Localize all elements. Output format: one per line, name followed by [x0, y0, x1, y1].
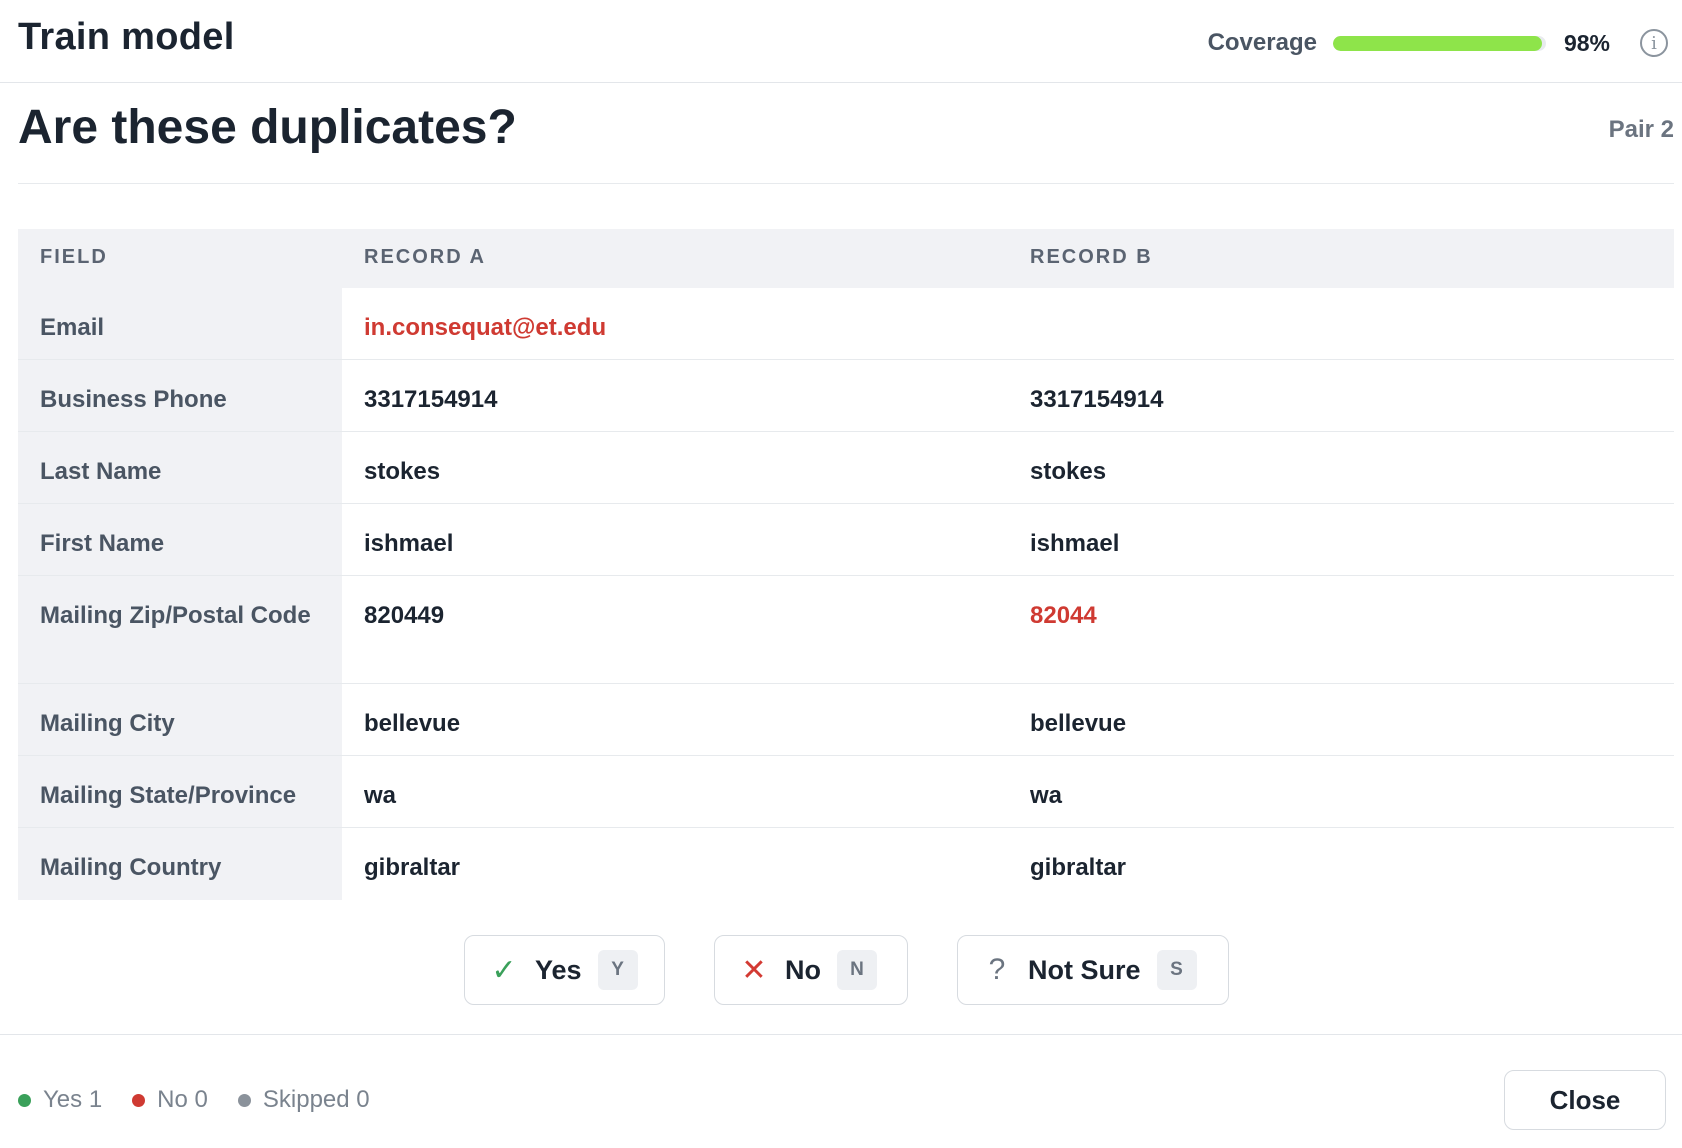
- stat-yes: Yes 1: [18, 1086, 102, 1114]
- stat-yes-text: Yes 1: [43, 1086, 103, 1113]
- close-button[interactable]: Close: [1504, 1070, 1666, 1130]
- page-title: Train model: [18, 16, 235, 58]
- record-a-value: stokes: [364, 458, 441, 485]
- table-row: Mailing Country gibraltar gibraltar: [18, 828, 1674, 900]
- question-title: Are these duplicates?: [18, 101, 517, 154]
- red-dot-icon: [132, 1093, 146, 1107]
- shortcut-key-s: S: [1156, 950, 1197, 990]
- coverage-label: Coverage: [1207, 29, 1317, 56]
- record-a-value: 820449: [364, 602, 445, 629]
- divider: [18, 183, 1674, 184]
- stat-no-text: No 0: [157, 1086, 208, 1113]
- table-row: Business Phone 3317154914 3317154914: [18, 360, 1674, 432]
- shortcut-key-n: N: [837, 950, 877, 990]
- coverage-indicator: Coverage 98% i: [1208, 22, 1682, 64]
- table-row: Email in.consequat@et.edu: [18, 288, 1674, 360]
- column-header-record-b: RECORD B: [1030, 246, 1153, 268]
- record-a-value: in.consequat@et.edu: [364, 314, 607, 341]
- field-name: Mailing State/Province: [18, 756, 342, 827]
- footer-divider: [0, 1034, 1682, 1035]
- field-name: Business Phone: [18, 360, 342, 431]
- check-icon: ✓: [491, 953, 517, 987]
- column-header-record-a: RECORD A: [364, 246, 486, 268]
- close-x-icon: ✕: [741, 953, 767, 987]
- shortcut-key-y: Y: [597, 950, 638, 990]
- coverage-value: 98%: [1563, 29, 1610, 56]
- record-a-value: bellevue: [364, 710, 461, 737]
- table-row: Mailing Zip/Postal Code 820449 82044: [18, 576, 1674, 684]
- no-button[interactable]: ✕ No N: [714, 935, 908, 1005]
- not-sure-button[interactable]: ? Not Sure S: [957, 935, 1229, 1005]
- record-b-value: 3317154914: [1030, 386, 1164, 413]
- no-label: No: [785, 954, 821, 985]
- record-b-value: [1008, 288, 1674, 359]
- header-bar: Train model Coverage 98% i: [0, 0, 1682, 83]
- record-b-value: bellevue: [1030, 710, 1127, 737]
- answer-buttons: ✓ Yes Y ✕ No N ? Not Sure S: [0, 935, 1682, 1005]
- gray-dot-icon: [237, 1093, 251, 1107]
- field-name: Email: [18, 288, 342, 359]
- record-b-value: 82044: [1030, 602, 1097, 629]
- record-b-value: ishmael: [1030, 530, 1120, 557]
- field-name: Last Name: [18, 432, 342, 503]
- field-name: Mailing City: [18, 684, 342, 755]
- yes-label: Yes: [535, 954, 582, 985]
- record-a-value: 3317154914: [364, 386, 498, 413]
- info-icon[interactable]: i: [1640, 29, 1668, 57]
- coverage-progress-fill: [1332, 35, 1542, 51]
- record-b-value: gibraltar: [1030, 854, 1127, 881]
- field-name: First Name: [18, 504, 342, 575]
- table-row: Last Name stokes stokes: [18, 432, 1674, 504]
- table-row: Mailing State/Province wa wa: [18, 756, 1674, 828]
- stat-no: No 0: [132, 1086, 208, 1114]
- stat-skipped: Skipped 0: [237, 1086, 370, 1114]
- comparison-table: FIELD RECORD A RECORD B Email in.consequ…: [18, 229, 1674, 900]
- question-mark-icon: ?: [988, 953, 1006, 986]
- record-a-value: gibraltar: [364, 854, 461, 881]
- field-name: Mailing Country: [18, 828, 342, 900]
- stat-skipped-text: Skipped 0: [262, 1086, 370, 1113]
- field-name: Mailing Zip/Postal Code: [18, 576, 342, 683]
- record-a-value: wa: [364, 782, 397, 809]
- record-b-value: wa: [1030, 782, 1063, 809]
- answer-stats: Yes 1 No 0 Skipped 0: [18, 1086, 400, 1114]
- coverage-progress-bar: [1332, 35, 1546, 51]
- table-row: First Name ishmael ishmael: [18, 504, 1674, 576]
- column-header-field: FIELD: [18, 229, 342, 288]
- green-dot-icon: [18, 1093, 31, 1107]
- table-header-row: FIELD RECORD A RECORD B: [18, 229, 1674, 288]
- record-a-value: ishmael: [364, 530, 454, 557]
- yes-button[interactable]: ✓ Yes Y: [464, 935, 665, 1005]
- table-row: Mailing City bellevue bellevue: [18, 684, 1674, 756]
- record-b-value: stokes: [1030, 458, 1107, 485]
- pair-counter: Pair 2: [1608, 116, 1674, 143]
- not-sure-label: Not Sure: [1028, 954, 1141, 985]
